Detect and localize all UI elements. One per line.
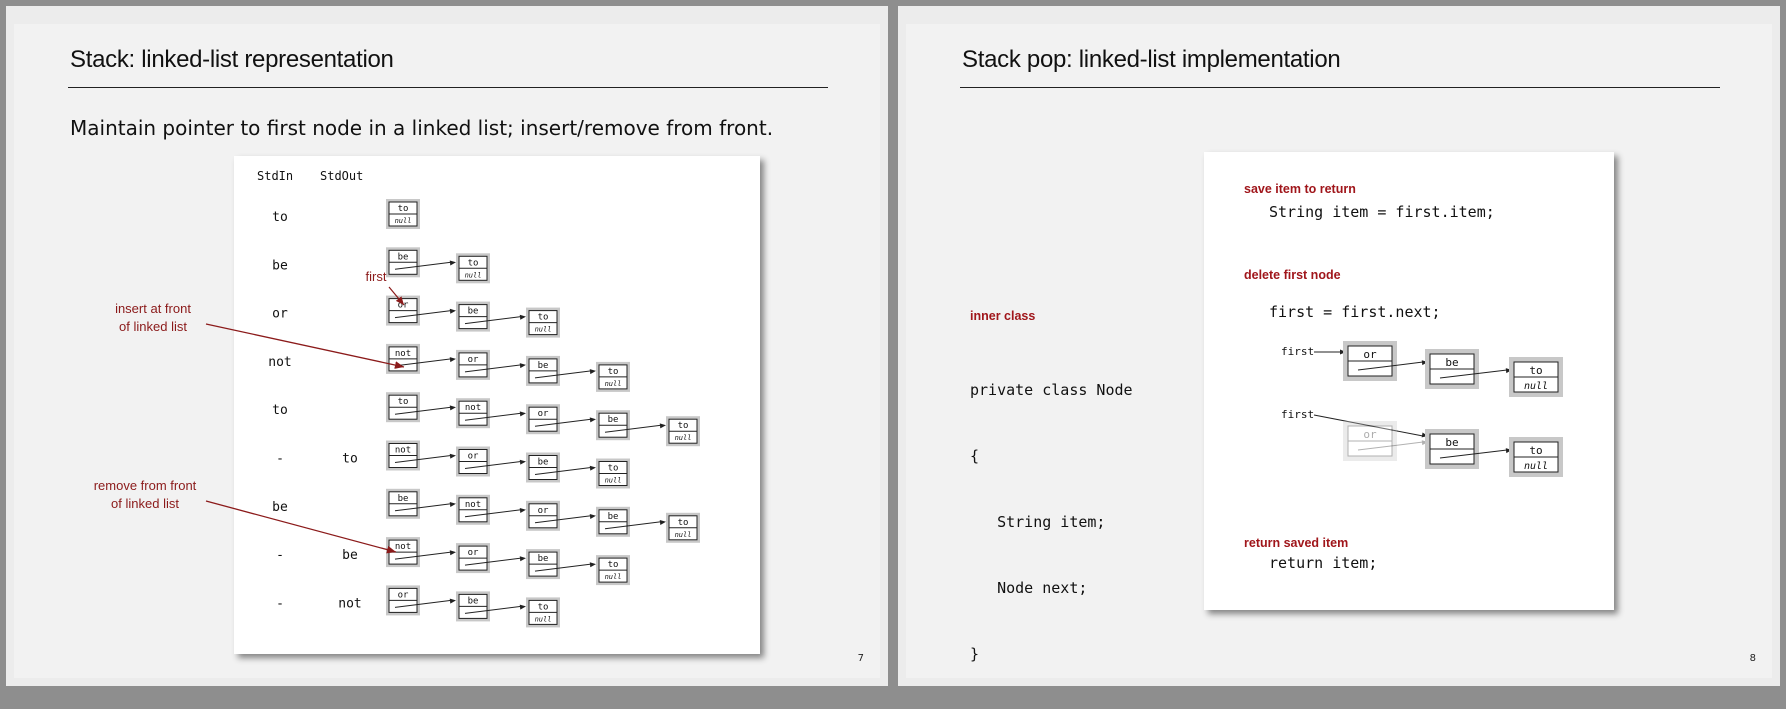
list-node-b: to null xyxy=(1509,437,1563,477)
code-line-5: } xyxy=(970,645,980,663)
list-node-b: be xyxy=(1425,429,1479,469)
node-item-text: to xyxy=(1529,364,1542,377)
code-line-2: { xyxy=(970,447,980,465)
code-line-1: private class Node xyxy=(970,381,1133,399)
deleted-node: or xyxy=(1343,421,1397,461)
code-line-3: String item; xyxy=(970,513,1106,531)
node-class-code: private class Node { String item; Node n… xyxy=(970,335,1133,709)
first-pointer-label: first xyxy=(365,269,387,284)
save-item-label: save item to return xyxy=(1244,182,1356,196)
list-node-a: or xyxy=(1343,341,1397,381)
node-item-text: be xyxy=(1445,436,1458,449)
node-item-text: or xyxy=(1363,428,1377,441)
return-code: return item; xyxy=(1269,554,1378,572)
slide-7: Stack: linked-list representation Mainta… xyxy=(6,6,888,686)
first-arrow xyxy=(388,286,405,306)
first-label-b: first xyxy=(1281,408,1314,421)
save-item-code: String item = first.item; xyxy=(1269,203,1495,221)
node-item-text: be xyxy=(1445,356,1458,369)
remove-arrow xyxy=(205,500,397,554)
page-number: 7 xyxy=(857,653,864,664)
first-pointer-a xyxy=(1314,349,1346,355)
pdf-viewer: Stack: linked-list representation Mainta… xyxy=(0,0,1786,692)
null-text: null xyxy=(1524,381,1548,392)
list-node-a: be xyxy=(1425,349,1479,389)
annotation-arrows xyxy=(205,286,405,554)
list-node-a: to null xyxy=(1509,357,1563,397)
node-item-text: or xyxy=(1363,348,1377,361)
first-label-a: first xyxy=(1281,345,1314,358)
delete-first-code: first = first.next; xyxy=(1269,303,1441,321)
inner-class-label: inner class xyxy=(970,309,1036,323)
pop-card: save item to return String item = first.… xyxy=(1204,152,1614,610)
delete-first-label: delete first node xyxy=(1244,268,1341,282)
page-number: 8 xyxy=(1749,653,1756,664)
pop-diagram: first or be to null first or be to null xyxy=(1281,341,1563,477)
return-saved-label: return saved item xyxy=(1244,536,1349,550)
title-rule xyxy=(960,87,1720,88)
slide-8-title: Stack pop: linked-list implementation xyxy=(962,46,1341,73)
slide-8: Stack pop: linked-list implementation in… xyxy=(898,6,1780,686)
null-text: null xyxy=(1524,461,1548,472)
code-line-4: Node next; xyxy=(970,579,1088,597)
insert-arrow xyxy=(205,323,405,369)
node-item-text: to xyxy=(1529,444,1542,457)
